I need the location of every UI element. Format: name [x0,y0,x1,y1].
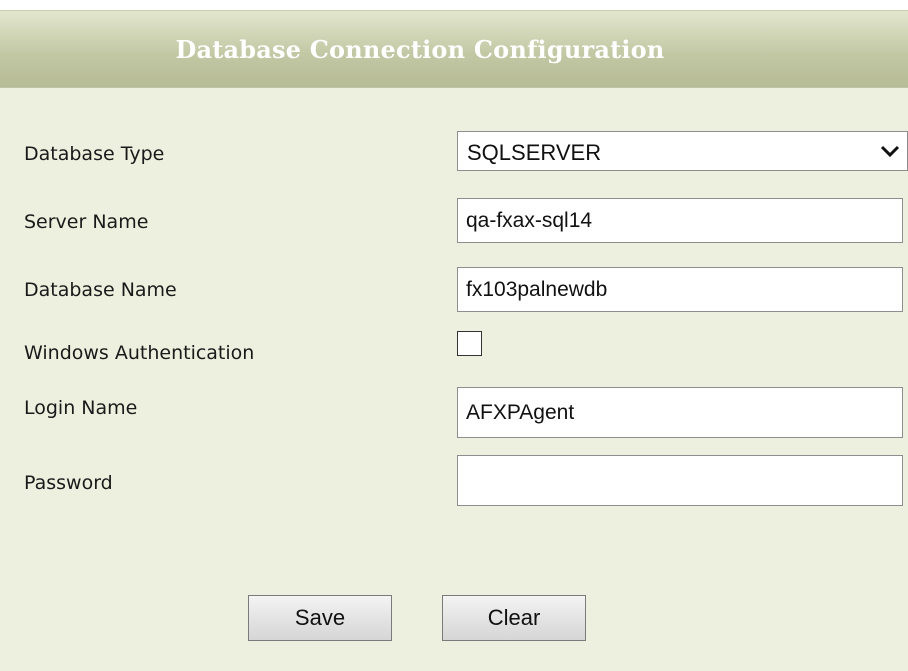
database-type-value: SQLSERVER [467,140,602,165]
database-type-select[interactable]: SQLSERVER [457,131,908,171]
database-type-label: Database Type [24,143,165,165]
password-label: Password [24,472,113,494]
password-input[interactable] [457,455,903,506]
login-name-label: Login Name [24,397,138,419]
database-name-label: Database Name [24,279,177,301]
save-button[interactable]: Save [248,595,392,641]
windows-auth-label: Windows Authentication [24,342,255,364]
page-title: Database Connection Configuration [175,35,665,64]
panel-header: Database Connection Configuration [0,11,908,88]
config-panel: Database Connection Configuration [0,10,908,671]
windows-auth-checkbox[interactable] [457,331,482,356]
login-name-input[interactable] [457,387,903,438]
database-name-input[interactable] [457,267,903,312]
server-name-input[interactable] [457,198,903,243]
chevron-down-icon [880,145,900,158]
server-name-label: Server Name [24,211,149,233]
clear-button[interactable]: Clear [442,595,586,641]
